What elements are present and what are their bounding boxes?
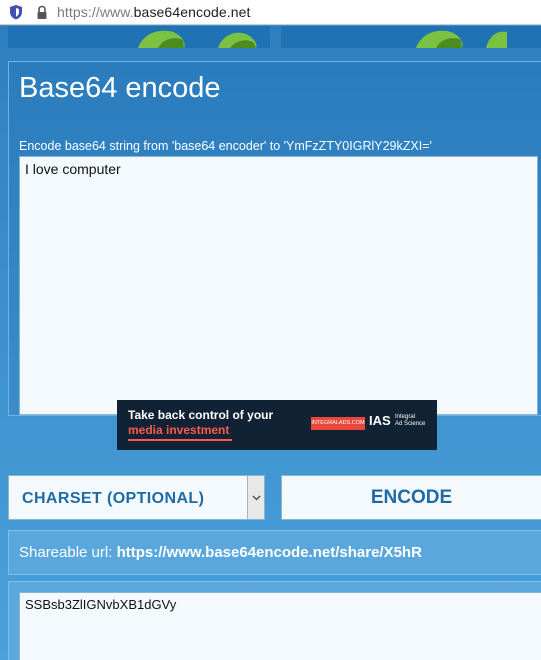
- output-textarea[interactable]: SSBsb3ZlIGNvbXB1dGVy: [19, 592, 541, 660]
- header-banner-right: [281, 26, 541, 48]
- ad-logo: IAS: [369, 413, 391, 428]
- banner-art-right: [416, 30, 507, 48]
- charset-select[interactable]: CHARSET (OPTIONAL): [8, 475, 265, 520]
- share-text: Shareable url: https://www.base64encode.…: [19, 544, 422, 561]
- page-body: Base64 encode Encode base64 string from …: [0, 26, 541, 660]
- encode-button[interactable]: ENCODE: [281, 475, 541, 520]
- page-title: Base64 encode: [19, 72, 221, 104]
- input-textarea[interactable]: I love computer: [19, 156, 538, 415]
- share-label: Shareable url:: [19, 544, 117, 561]
- header-banner-left: [8, 26, 270, 48]
- url-text[interactable]: https://www.base64encode.net: [57, 4, 251, 20]
- share-bar: Shareable url: https://www.base64encode.…: [8, 530, 541, 575]
- charset-label: CHARSET (OPTIONAL): [22, 490, 205, 507]
- url-scheme: https://www.: [57, 4, 134, 20]
- ad-cta-button[interactable]: INTEGRALADS.COM: [311, 417, 365, 430]
- ad-headline-accent: media investment: [128, 423, 230, 437]
- encode-panel: Base64 encode Encode base64 string from …: [8, 61, 541, 416]
- ad-underline: [128, 439, 232, 441]
- ad-logo-subtext: Integral Ad Science: [395, 414, 425, 427]
- lock-icon[interactable]: [36, 5, 48, 20]
- ad-headline: Take back control of your: [128, 408, 274, 422]
- banner-art-left: [138, 30, 257, 48]
- share-link[interactable]: https://www.base64encode.net/share/X5hR: [117, 544, 422, 561]
- url-host: base64encode.net: [133, 4, 251, 20]
- ad-logo-sub-line2: Ad Science: [395, 420, 426, 427]
- chevron-down-icon[interactable]: [247, 476, 264, 519]
- ad-banner[interactable]: Take back control of your media investme…: [117, 400, 437, 450]
- output-panel: SSBsb3ZlIGNvbXB1dGVy: [8, 581, 541, 660]
- shield-icon[interactable]: [9, 4, 23, 20]
- address-bar[interactable]: https://www.base64encode.net: [0, 0, 541, 25]
- page-subtitle: Encode base64 string from 'base64 encode…: [19, 139, 432, 153]
